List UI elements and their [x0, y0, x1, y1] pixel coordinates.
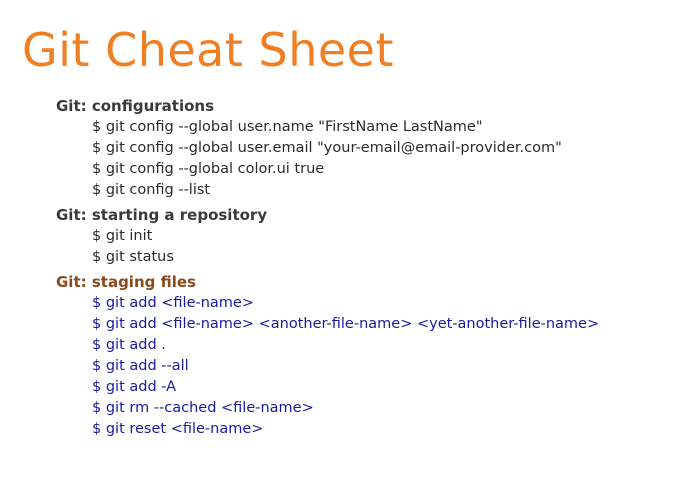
command-list: $ git config --global user.name "FirstNa… — [56, 117, 696, 201]
command-line: $ git reset <file-name> — [92, 421, 264, 437]
command-list: $ git init $ git status — [56, 226, 696, 268]
command-line: $ git add --all — [92, 358, 189, 374]
command-line: $ git add <file-name> — [92, 295, 254, 311]
section-heading: Git: starting a repository — [56, 206, 268, 224]
command-line: $ git add -A — [92, 379, 177, 395]
command-line: $ git config --list — [92, 182, 211, 198]
command-line: $ git config --global color.ui true — [92, 161, 325, 177]
section-heading: Git: configurations — [56, 97, 214, 115]
sections-container: Git: configurations $ git config --globa… — [56, 96, 696, 444]
command-line: $ git add <file-name> <another-file-name… — [92, 316, 600, 332]
command-line: $ git config --global user.name "FirstNa… — [92, 119, 483, 135]
section-configurations: Git: configurations $ git config --globa… — [56, 96, 696, 201]
section-starting-repository: Git: starting a repository $ git init $ … — [56, 205, 696, 268]
section-staging-files: Git: staging files $ git add <file-name>… — [56, 272, 696, 440]
command-line: $ git rm --cached <file-name> — [92, 400, 314, 416]
command-line: $ git init — [92, 228, 153, 244]
command-line: $ git status — [92, 249, 174, 265]
command-line: $ git config --global user.email "your-e… — [92, 140, 562, 156]
command-line: $ git add . — [92, 337, 166, 353]
page-title: Git Cheat Sheet — [22, 23, 394, 77]
section-heading: Git: staging files — [56, 273, 196, 291]
command-list: $ git add <file-name> $ git add <file-na… — [56, 293, 696, 440]
cheat-sheet-page: Git Cheat Sheet Git: configurations $ gi… — [0, 0, 700, 492]
